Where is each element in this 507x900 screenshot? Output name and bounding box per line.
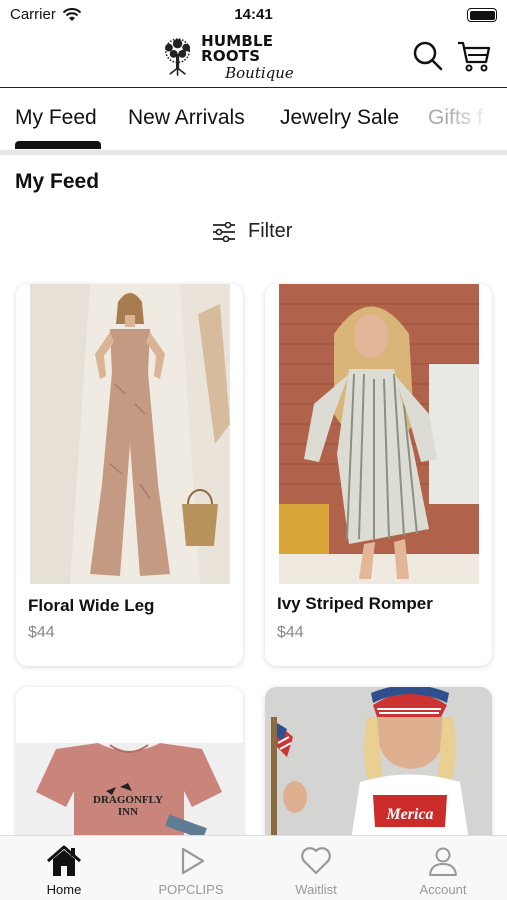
tee-print-line1: DRAGONFLY — [93, 794, 163, 806]
tab-jewelry-sale[interactable]: Jewelry Sale — [280, 106, 399, 130]
tree-logo-icon — [165, 38, 191, 76]
filter-icon — [213, 221, 235, 242]
product-image-dragonfly-inn-tee[interactable]: DRAGONFLY INN — [16, 687, 243, 847]
nav-bar: HUMBLE ROOTS Boutique — [0, 28, 507, 88]
search-icon[interactable] — [412, 40, 444, 72]
product-card[interactable]: Ivy Striped Romper $44 — [265, 284, 492, 666]
divider — [0, 150, 507, 155]
product-name[interactable]: Floral Wide Leg — [28, 596, 154, 616]
product-card[interactable]: Floral Wide Leg $44 — [16, 284, 243, 666]
status-time: 14:41 — [234, 6, 273, 23]
category-tabs: My Feed New Arrivals Jewelry Sale Gifts … — [0, 90, 507, 150]
logo-subtitle: Boutique — [225, 63, 294, 82]
product-price: $44 — [28, 624, 55, 641]
product-name[interactable]: Ivy Striped Romper — [277, 594, 433, 614]
active-tab-indicator — [15, 141, 101, 149]
tabbar-popclips-label: POPCLIPS — [158, 882, 224, 897]
tabbar-home-label: Home — [46, 882, 82, 897]
page-title: My Feed — [15, 170, 100, 193]
tabbar-waitlist-label: Waitlist — [295, 882, 337, 897]
tabbar-account[interactable]: Account — [393, 844, 493, 897]
status-bar: Carrier 14:41 — [0, 0, 507, 30]
product-price: $44 — [277, 624, 304, 641]
tabbar-account-label: Account — [419, 882, 467, 897]
heart-icon — [301, 847, 331, 875]
product-card[interactable]: DRAGONFLY INN — [16, 687, 243, 847]
cart-icon[interactable] — [456, 38, 492, 74]
product-image-floral-wide-leg[interactable] — [30, 284, 230, 584]
tab-my-feed[interactable]: My Feed — [15, 106, 97, 130]
tee-print-line2: INN — [118, 806, 138, 818]
product-image-merica-tank[interactable]: Merica — [265, 687, 492, 847]
tank-print-text: Merica — [385, 806, 433, 823]
bottom-tab-bar: Home POPCLIPS Waitlist Account — [0, 835, 507, 900]
tabbar-home[interactable]: Home — [14, 844, 114, 897]
logo-title: HUMBLE ROOTS — [201, 31, 274, 65]
filter-label: Filter — [248, 220, 293, 242]
play-icon — [181, 847, 205, 875]
filter-button[interactable]: Filter — [212, 220, 292, 243]
tabbar-waitlist[interactable]: Waitlist — [266, 844, 366, 897]
tabbar-popclips[interactable]: POPCLIPS — [141, 844, 241, 897]
battery-icon — [467, 8, 497, 22]
product-card[interactable]: Merica — [265, 687, 492, 847]
tab-new-arrivals[interactable]: New Arrivals — [128, 106, 245, 130]
home-icon — [47, 845, 81, 876]
store-logo[interactable]: HUMBLE ROOTS Boutique — [158, 30, 308, 84]
person-icon — [429, 847, 457, 876]
product-image-ivy-striped-romper[interactable] — [279, 284, 479, 584]
